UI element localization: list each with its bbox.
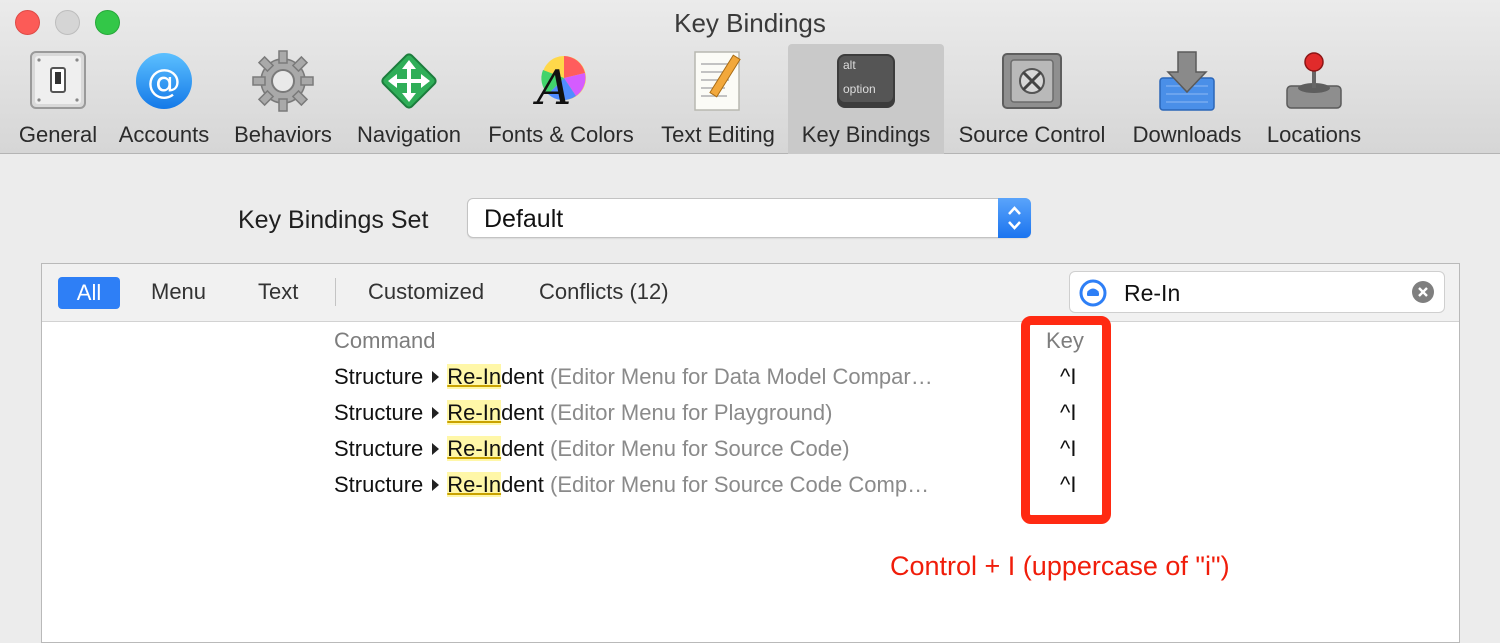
notepad-pencil-icon <box>685 48 751 114</box>
filter-all-button[interactable]: All <box>58 277 120 309</box>
toolbar-tab-behaviors[interactable]: Behaviors <box>229 44 337 154</box>
key-label-option: option <box>843 82 876 96</box>
filter-menu-button[interactable]: Menu <box>151 279 206 305</box>
command-name-rest: dent <box>501 400 544 425</box>
filter-bar: All Menu Text Customized Conflicts (12) … <box>42 264 1459 322</box>
toolbar-tab-accounts[interactable]: @ Accounts <box>113 44 215 154</box>
toolbar-tab-label: Key Bindings <box>801 122 931 147</box>
disclosure-triangle-icon <box>432 371 440 384</box>
at-sign-icon: @ <box>131 48 197 114</box>
table-row[interactable]: Structure Re-Indent (Editor Menu for Data… <box>334 364 1094 398</box>
filter-divider <box>335 278 336 306</box>
search-field[interactable]: Re-In <box>1069 271 1445 313</box>
key-bindings-set-label: Key Bindings Set <box>238 206 429 234</box>
joystick-icon <box>1281 48 1347 114</box>
clear-search-icon[interactable] <box>1412 281 1434 308</box>
toolbar-tab-label: Text Editing <box>661 122 775 147</box>
window-title: Key Bindings <box>674 8 826 38</box>
command-context: (Editor Menu for Data Model Compar… <box>550 364 933 389</box>
key-label-alt: alt <box>843 58 856 72</box>
search-icon <box>1078 278 1108 313</box>
arrows-icon <box>376 48 442 114</box>
search-match: Re-In <box>447 400 502 425</box>
table-row[interactable]: Structure Re-Indent (Editor Menu for Play… <box>334 400 1094 434</box>
toolbar-tab-text-editing[interactable]: Text Editing <box>655 44 781 154</box>
table-row[interactable]: Structure Re-Indent (Editor Menu for Sour… <box>334 472 1094 506</box>
gear-icon <box>250 48 316 114</box>
command-group: Structure <box>334 472 424 497</box>
command-context: (Editor Menu for Playground) <box>550 400 833 425</box>
command-context: (Editor Menu for Source Code) <box>550 436 850 461</box>
toolbar-tab-general[interactable]: General <box>12 44 104 154</box>
option-key-icon: alt option <box>833 48 899 114</box>
command-group: Structure <box>334 400 424 425</box>
popup-stepper-icon <box>998 198 1031 238</box>
font-color-icon: A <box>528 48 594 116</box>
toolbar-tab-label: Behaviors <box>234 122 332 147</box>
command-name-rest: dent <box>501 472 544 497</box>
filter-conflicts-button[interactable]: Conflicts (12) <box>539 279 669 305</box>
svg-text:A: A <box>533 60 572 114</box>
safe-icon <box>999 48 1065 114</box>
toolbar-tab-label: General <box>18 122 98 147</box>
toolbar-tab-label: Fonts & Colors <box>488 122 634 147</box>
column-header-command[interactable]: Command <box>334 328 435 354</box>
disclosure-triangle-icon <box>432 443 440 456</box>
search-match: Re-In <box>447 436 502 461</box>
key-bindings-set-value: Default <box>484 205 564 233</box>
window-titlebar: Key Bindings General @ Accounts Behavior… <box>0 0 1500 154</box>
download-icon <box>1154 48 1220 114</box>
toolbar-tab-navigation[interactable]: Navigation <box>351 44 467 154</box>
filter-text-button[interactable]: Text <box>258 279 298 305</box>
search-match: Re-In <box>447 472 502 497</box>
svg-text:@: @ <box>147 62 181 102</box>
command-context: (Editor Menu for Source Code Comp… <box>550 472 930 497</box>
table-row[interactable]: Structure Re-Indent (Editor Menu for Sour… <box>334 436 1094 470</box>
disclosure-triangle-icon <box>432 479 440 492</box>
toolbar-tab-label: Source Control <box>958 122 1106 147</box>
search-match: Re-In <box>447 364 502 389</box>
toolbar-tab-downloads[interactable]: Downloads <box>1127 44 1247 154</box>
search-input[interactable]: Re-In <box>1124 280 1180 307</box>
toolbar-tab-label: Locations <box>1266 122 1362 147</box>
command-group: Structure <box>334 436 424 461</box>
command-name-rest: dent <box>501 364 544 389</box>
key-bindings-set-popup[interactable]: Default <box>467 198 1031 238</box>
command-name-rest: dent <box>501 436 544 461</box>
toolbar-tab-source-control[interactable]: Source Control <box>951 44 1113 154</box>
annotation-note: Control + I (uppercase of "i") <box>890 551 1230 581</box>
command-group: Structure <box>334 364 424 389</box>
switch-icon <box>25 48 91 114</box>
filter-customized-button[interactable]: Customized <box>368 279 484 305</box>
key-bindings-panel: All Menu Text Customized Conflicts (12) … <box>41 263 1460 643</box>
toolbar-tab-label: Navigation <box>357 122 461 147</box>
toolbar-tab-label: Accounts <box>118 122 210 147</box>
annotation-highlight-box <box>1021 316 1111 524</box>
toolbar-tab-locations[interactable]: Locations <box>1261 44 1367 154</box>
disclosure-triangle-icon <box>432 407 440 420</box>
toolbar-tab-key-bindings[interactable]: alt option Key Bindings <box>788 44 944 154</box>
toolbar-tab-label: Downloads <box>1132 122 1242 147</box>
toolbar-tab-fonts-colors[interactable]: A Fonts & Colors <box>481 44 641 154</box>
